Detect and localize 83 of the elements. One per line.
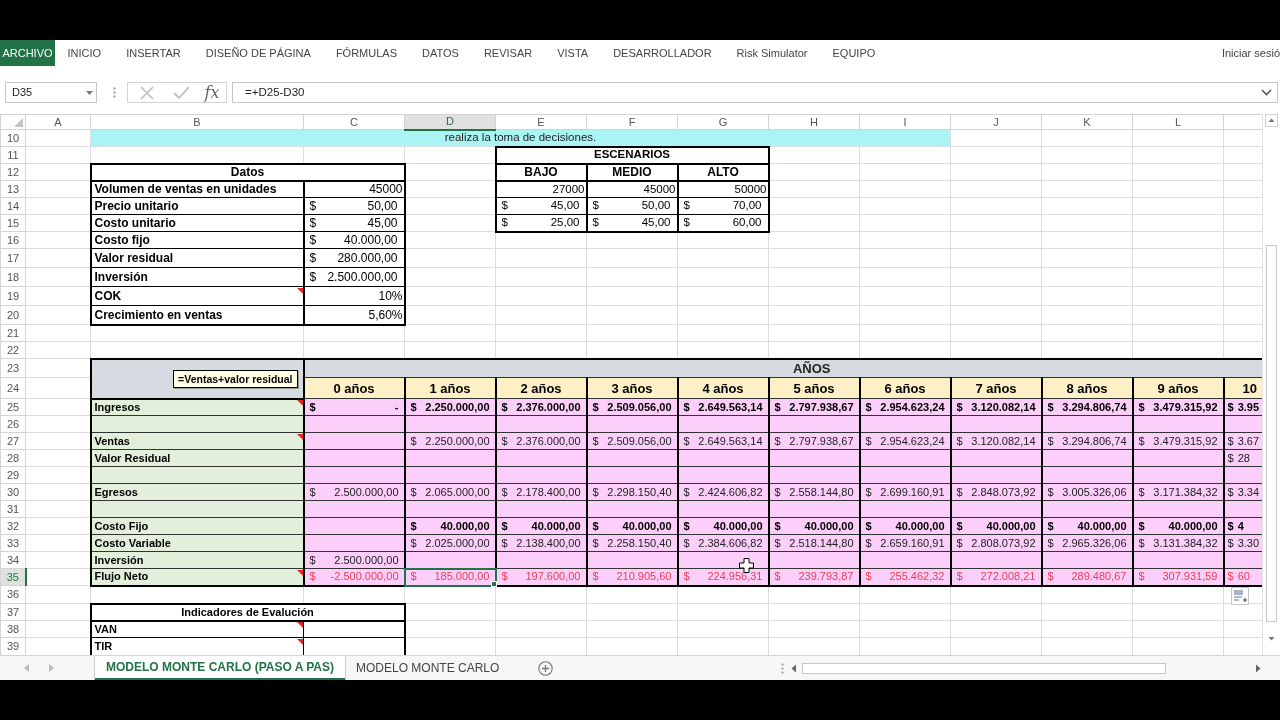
ribbon-tab[interactable]: EQUIPO xyxy=(820,40,888,66)
table-cell: 45000 xyxy=(303,180,405,198)
row-label: VAN xyxy=(90,620,304,638)
cancel-icon[interactable] xyxy=(140,85,154,100)
row-label: Precio unitario xyxy=(90,197,304,215)
name-box[interactable]: D35 xyxy=(5,82,97,103)
table-title: Indicadores de Evalución xyxy=(90,603,405,621)
row-label: Inversión xyxy=(90,267,304,287)
scrollbar-thumb[interactable] xyxy=(802,662,1166,674)
table-cell: $ 70,00 xyxy=(677,197,769,215)
table-cell: $ 45,00 xyxy=(303,214,405,232)
sheet-tab[interactable]: MODELO MONTE CARLO (PASO A PAS) xyxy=(95,656,345,680)
table-title: Datos xyxy=(90,163,405,181)
scrollbar-thumb[interactable] xyxy=(1266,245,1277,622)
ribbon-tab[interactable]: Risk Simulator xyxy=(724,40,820,66)
table-cell: 5,60% xyxy=(303,305,405,325)
table-cell: 10% xyxy=(303,286,405,306)
sheet-tab[interactable]: MODELO MONTE CARLO xyxy=(345,656,511,680)
ribbon-tab[interactable]: DESARROLLADOR xyxy=(600,40,725,66)
table-cell: $ 50,00 xyxy=(586,197,678,215)
table-cell: $ 45,00 xyxy=(586,214,678,232)
column-header[interactable]: C xyxy=(303,114,405,130)
column-header[interactable]: F xyxy=(586,114,678,130)
column-header[interactable]: K xyxy=(1041,114,1133,130)
column-header[interactable]: A xyxy=(25,114,91,130)
column-header[interactable]: H xyxy=(768,114,860,130)
scroll-up-icon[interactable] xyxy=(1265,114,1278,127)
table-cell: 45000 xyxy=(586,180,678,198)
select-all-icon[interactable] xyxy=(14,117,23,127)
row-label: Volumen de ventas en unidades xyxy=(90,180,304,198)
ribbon-tab[interactable]: DISEÑO DE PÁGINA xyxy=(193,40,324,66)
row-label: Costo unitario xyxy=(90,214,304,232)
add-sheet-icon[interactable] xyxy=(538,660,554,676)
scroll-right-icon[interactable] xyxy=(1254,663,1262,673)
formula-field[interactable]: =+D25-D30 xyxy=(232,82,1278,103)
row-label: COK xyxy=(90,286,304,306)
sign-in-link[interactable]: Iniciar sesió xyxy=(1221,40,1280,66)
caret-right-icon[interactable] xyxy=(49,664,54,672)
row-label: Valor residual xyxy=(90,248,304,268)
file-tab[interactable]: ARCHIVO xyxy=(0,40,55,66)
table-cell: $ 60,00 xyxy=(677,214,769,232)
column-header[interactable]: G xyxy=(677,114,769,130)
column-header[interactable]: L xyxy=(1132,114,1224,130)
ribbon-tab[interactable]: DATOS xyxy=(409,40,472,66)
ribbon-tab[interactable]: INSERTAR xyxy=(113,40,194,66)
insert-function-button[interactable]: fx xyxy=(202,84,222,101)
vertical-dots-icon[interactable] xyxy=(781,662,784,674)
table-cell: $ 280.000,00 xyxy=(303,248,405,268)
column-header[interactable]: D xyxy=(404,114,496,130)
table-cell: $ 2.500.000,00 xyxy=(303,267,405,287)
column-header[interactable]: B xyxy=(90,114,304,130)
table-title: ESCENARIOS xyxy=(495,146,769,164)
ribbon-tab[interactable]: REVISAR xyxy=(471,40,545,66)
column-header[interactable]: I xyxy=(859,114,951,130)
ribbon-tab[interactable]: INICIO xyxy=(55,40,114,66)
scenario-heading: ALTO xyxy=(677,163,769,181)
table-cell: $ 40.000,00 xyxy=(303,231,405,249)
row-header[interactable]: 24 xyxy=(0,377,26,399)
scenario-heading: BAJO xyxy=(495,163,587,181)
caret-down-icon xyxy=(86,90,93,95)
column-header[interactable]: E xyxy=(495,114,587,130)
table-cell: $ 50,00 xyxy=(303,197,405,215)
vertical-dots-icon xyxy=(113,87,116,98)
row-label: Crecimiento en ventas xyxy=(90,305,304,325)
plus-cursor-icon xyxy=(739,558,754,573)
caret-left-icon[interactable] xyxy=(24,664,29,672)
scenario-heading: MEDIO xyxy=(586,163,678,181)
comment-box: =Ventas+valor residual xyxy=(173,369,298,388)
table-cell: $ 45,00 xyxy=(495,197,587,215)
scroll-left-icon[interactable] xyxy=(790,663,798,673)
ribbon-tab[interactable]: FÓRMULAS xyxy=(323,40,410,66)
column-header[interactable]: J xyxy=(950,114,1042,130)
table-cell: 50000 xyxy=(677,180,769,198)
chevron-down-icon[interactable] xyxy=(1261,89,1272,96)
ribbon-tab[interactable]: VISTA xyxy=(544,40,601,66)
fill-handle[interactable] xyxy=(490,580,497,587)
table-title: AÑOS xyxy=(303,358,1262,378)
row-label: Costo fijo xyxy=(90,231,304,249)
table-cell: 27000 xyxy=(495,180,587,198)
table-cell: $ 25,00 xyxy=(495,214,587,232)
check-icon[interactable] xyxy=(173,86,190,99)
paste-options-icon[interactable] xyxy=(1231,587,1249,605)
table-cell: $ 185.000,00 xyxy=(404,568,496,586)
